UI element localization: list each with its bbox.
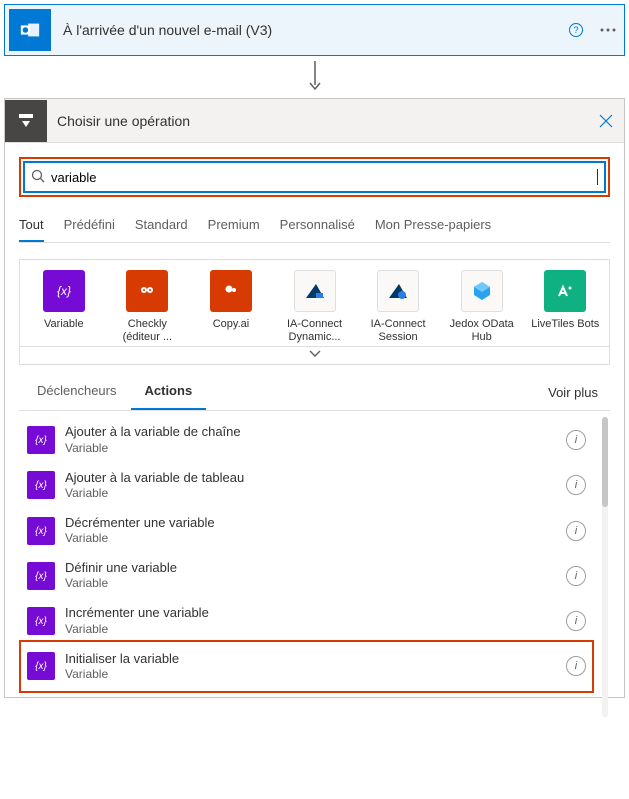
- connector-label: Variable: [26, 318, 102, 344]
- filter-tout[interactable]: Tout: [19, 211, 44, 242]
- svg-text:{x}: {x}: [57, 284, 71, 298]
- connector-label: LiveTiles Bots: [527, 318, 603, 344]
- svg-text:{x}: {x}: [35, 480, 47, 491]
- operation-subtabs: Déclencheurs Actions Voir plus: [19, 365, 610, 410]
- action-name: Initialiser la variable: [65, 651, 566, 667]
- svg-text:{x}: {x}: [35, 571, 47, 582]
- action-decrementer[interactable]: {x} Décrémenter une variable Variable i: [23, 508, 590, 553]
- jedox-icon: [461, 270, 503, 312]
- iaconnect-dynamic-icon: [294, 270, 336, 312]
- connector-label: Jedox OData Hub: [444, 318, 520, 344]
- filter-standard[interactable]: Standard: [135, 211, 188, 242]
- search-icon: [31, 169, 45, 186]
- trigger-title: À l'arrivée d'un nouvel e-mail (V3): [55, 22, 560, 38]
- info-icon[interactable]: i: [566, 656, 586, 676]
- info-icon[interactable]: i: [566, 475, 586, 495]
- connector-label: Copy.ai: [193, 318, 269, 344]
- action-sub: Variable: [65, 531, 566, 546]
- trigger-card[interactable]: À l'arrivée d'un nouvel e-mail (V3) ?: [4, 4, 625, 56]
- action-name: Incrémenter une variable: [65, 605, 566, 621]
- help-icon[interactable]: ?: [560, 14, 592, 46]
- action-name: Décrémenter une variable: [65, 515, 566, 531]
- action-definir[interactable]: {x} Définir une variable Variable i: [23, 553, 590, 598]
- variable-icon: {x}: [43, 270, 85, 312]
- svg-text:{x}: {x}: [35, 661, 47, 672]
- connector-checkly[interactable]: Checkly (éditeur ...: [110, 270, 186, 344]
- info-icon[interactable]: i: [566, 611, 586, 631]
- action-name: Définir une variable: [65, 560, 566, 576]
- connector-variable[interactable]: {x} Variable: [26, 270, 102, 344]
- variable-icon: {x}: [27, 426, 55, 454]
- variable-icon: {x}: [27, 562, 55, 590]
- outlook-icon: [9, 9, 51, 51]
- action-initialiser[interactable]: {x} Initialiser la variable Variable i: [23, 644, 590, 689]
- filter-presse[interactable]: Mon Presse-papiers: [375, 211, 491, 242]
- action-sub: Variable: [65, 667, 566, 682]
- scrollbar[interactable]: [602, 417, 608, 717]
- svg-text:{x}: {x}: [35, 616, 47, 627]
- action-name: Ajouter à la variable de chaîne: [65, 424, 566, 440]
- checkly-icon: [126, 270, 168, 312]
- scrollbar-thumb[interactable]: [602, 417, 608, 507]
- svg-text:?: ?: [573, 25, 578, 35]
- filter-premium[interactable]: Premium: [208, 211, 260, 242]
- info-icon[interactable]: i: [566, 566, 586, 586]
- action-incrementer[interactable]: {x} Incrémenter une variable Variable i: [23, 598, 590, 643]
- connectors-box: {x} Variable Checkly (éditeur ... Copy.a…: [19, 259, 610, 365]
- variable-icon: {x}: [27, 517, 55, 545]
- connector-label: IA-Connect Dynamic...: [277, 318, 353, 344]
- operation-icon: [5, 100, 47, 142]
- connector-label: IA-Connect Session: [360, 318, 436, 344]
- connector-iaconnect-session[interactable]: IA-Connect Session: [360, 270, 436, 344]
- action-ajouter-tableau[interactable]: {x} Ajouter à la variable de tableau Var…: [23, 463, 590, 508]
- filter-personnalise[interactable]: Personnalisé: [280, 211, 355, 242]
- variable-icon: {x}: [27, 607, 55, 635]
- choose-operation-title: Choisir une opération: [47, 113, 588, 129]
- actions-list: {x} Ajouter à la variable de chaîne Vari…: [19, 411, 610, 695]
- tab-actions[interactable]: Actions: [131, 375, 207, 410]
- info-icon[interactable]: i: [566, 521, 586, 541]
- expand-connectors[interactable]: [20, 346, 609, 360]
- connector-copyai[interactable]: Copy.ai: [193, 270, 269, 344]
- text-caret: [597, 169, 598, 185]
- close-icon[interactable]: [588, 103, 624, 139]
- filter-predefini[interactable]: Prédéfini: [64, 211, 115, 242]
- info-icon[interactable]: i: [566, 430, 586, 450]
- svg-text:{x}: {x}: [35, 435, 47, 446]
- more-icon[interactable]: [592, 14, 624, 46]
- livetiles-icon: [544, 270, 586, 312]
- connector-livetiles[interactable]: LiveTiles Bots: [527, 270, 603, 344]
- copyai-icon: [210, 270, 252, 312]
- connector-jedox[interactable]: Jedox OData Hub: [444, 270, 520, 344]
- action-sub: Variable: [65, 486, 566, 501]
- variable-icon: {x}: [27, 652, 55, 680]
- choose-operation-card: Choisir une opération Tout Prédéfini Sta…: [4, 98, 625, 698]
- search-highlight: [19, 157, 610, 197]
- voir-plus-link[interactable]: Voir plus: [548, 385, 606, 400]
- choose-operation-header: Choisir une opération: [5, 99, 624, 143]
- search-input[interactable]: [51, 170, 599, 185]
- tab-declencheurs[interactable]: Déclencheurs: [23, 375, 131, 410]
- iaconnect-session-icon: [377, 270, 419, 312]
- connector-iaconnect-dynamic[interactable]: IA-Connect Dynamic...: [277, 270, 353, 344]
- action-sub: Variable: [65, 576, 566, 591]
- action-sub: Variable: [65, 441, 566, 456]
- action-sub: Variable: [65, 622, 566, 637]
- action-name: Ajouter à la variable de tableau: [65, 470, 566, 486]
- connector-label: Checkly (éditeur ...: [110, 318, 186, 344]
- variable-icon: {x}: [27, 471, 55, 499]
- filter-tabs: Tout Prédéfini Standard Premium Personna…: [19, 211, 610, 243]
- actions-list-wrap: {x} Ajouter à la variable de chaîne Vari…: [19, 410, 610, 695]
- svg-text:{x}: {x}: [35, 526, 47, 537]
- action-ajouter-chaine[interactable]: {x} Ajouter à la variable de chaîne Vari…: [23, 417, 590, 462]
- search-box[interactable]: [23, 161, 606, 193]
- connector-arrow: [0, 56, 629, 98]
